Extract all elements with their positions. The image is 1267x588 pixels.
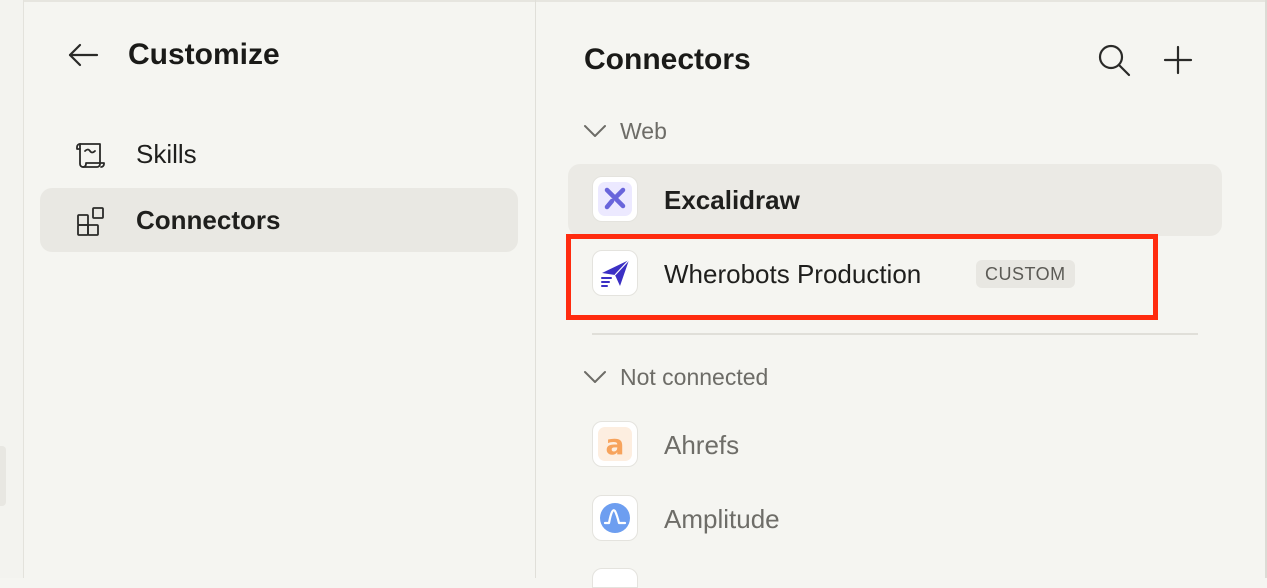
connector-logo-partial (592, 568, 638, 588)
section-header-not-connected[interactable]: Not connected (582, 362, 768, 392)
excalidraw-icon (592, 176, 638, 222)
chevron-down-icon (582, 364, 608, 390)
customize-sidebar (24, 0, 535, 578)
connector-row-ahrefs[interactable]: a Ahrefs (568, 409, 1222, 481)
scroll-icon (74, 138, 108, 172)
arrow-left-icon (68, 43, 99, 67)
connector-row-wherobots-production[interactable]: Wherobots Production CUSTOM (568, 238, 1222, 310)
grid-plus-icon (74, 204, 108, 238)
window-left-resize-handle[interactable] (0, 446, 6, 506)
plus-icon (1163, 45, 1193, 75)
connector-name: Excalidraw (664, 185, 800, 215)
sidebar-item-connectors[interactable]: Connectors (40, 188, 518, 252)
sidebar-title: Customize (128, 38, 280, 71)
page-title: Connectors (584, 43, 751, 76)
connector-row-excalidraw[interactable]: Excalidraw (568, 164, 1222, 236)
connector-name: Ahrefs (664, 430, 740, 460)
ahrefs-icon: a (592, 421, 638, 467)
section-divider (592, 333, 1198, 335)
amplitude-icon (592, 495, 638, 541)
section-label: Web (620, 117, 667, 144)
sidebar-item-label: Skills (136, 139, 197, 169)
connector-name: Wherobots Production (664, 259, 922, 289)
sidebar-item-skills[interactable]: Skills (40, 122, 518, 186)
svg-text:a: a (606, 428, 625, 461)
section-header-web[interactable]: Web (582, 116, 667, 146)
wherobots-icon (592, 250, 638, 296)
search-icon (1098, 44, 1131, 77)
connector-row-amplitude[interactable]: Amplitude (568, 483, 1222, 555)
custom-badge: CUSTOM (976, 260, 1075, 288)
search-button[interactable] (1092, 38, 1136, 82)
back-button[interactable] (62, 36, 104, 74)
chevron-down-icon (582, 118, 608, 144)
connector-name: Amplitude (664, 504, 780, 534)
add-connector-button[interactable] (1156, 38, 1200, 82)
sidebar-item-label: Connectors (136, 205, 281, 235)
section-label: Not connected (620, 363, 769, 390)
